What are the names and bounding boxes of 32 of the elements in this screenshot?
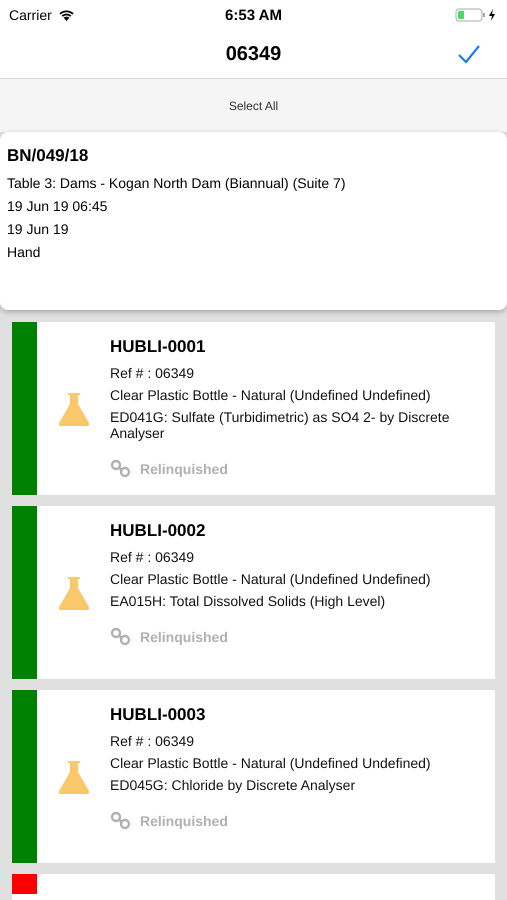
sample-card[interactable]: HUBLI-0002 Ref # : 06349 Clear Plastic Bottle - Natural (Undefined Undefined) EA015H: Total Dissolved Solids (High Level) Relinquished	[12, 506, 495, 679]
batch-detail: Hand	[7, 244, 40, 260]
chain-link-icon	[110, 811, 132, 831]
batch-detail: 19 Jun 19 06:45	[7, 198, 108, 214]
checkmark-icon[interactable]	[457, 44, 481, 64]
test-method: ED045G: Chloride by Discrete Analyser	[110, 777, 356, 793]
batch-number: BN/049/18	[7, 146, 88, 166]
sample-id: HUBLI-0002	[110, 521, 206, 541]
relinquished-status: Relinquished	[140, 461, 228, 477]
chain-link-icon	[110, 459, 132, 479]
select-all-button[interactable]: Select All	[222, 94, 284, 116]
container-type: Clear Plastic Bottle - Natural (Undefined Undefined)	[110, 387, 431, 403]
test-method: EA015H: Total Dissolved Solids (High Level)	[110, 593, 386, 609]
relinquished-status: Relinquished	[140, 629, 228, 645]
relinquished-status: Relinquished	[140, 813, 228, 829]
batch-detail: Table 3: Dams - Kogan North Dam (Biannual) (Suite 7)	[7, 175, 346, 191]
batch-detail: 19 Jun 19	[7, 221, 68, 237]
sample-card[interactable]: HUBLI-0003 Ref # : 06349 Clear Plastic Bottle - Natural (Undefined Undefined) ED045G: Chloride by Discrete Analyser Relinquished	[12, 690, 495, 863]
reference-number: Ref # : 06349	[110, 733, 194, 749]
nav-title: 06349	[226, 42, 282, 66]
reference-number: Ref # : 06349	[110, 365, 194, 381]
wifi-icon	[58, 9, 75, 21]
sample-card[interactable]: HUBLI-0001 Ref # : 06349 Clear Plastic Bottle - Natural (Undefined Undefined) ED041G: Sulfate (Turbidimetric) as SO4 2- by Discrete Analyser Relinquished	[12, 322, 495, 495]
test-method: ED041G: Sulfate (Turbidimetric) as SO4 2- by Discrete Analyser	[110, 409, 450, 441]
container-type: Clear Plastic Bottle - Natural (Undefined Undefined)	[110, 571, 431, 587]
clock-time: 6:53 AM	[225, 6, 282, 24]
sample-id: HUBLI-0003	[110, 705, 206, 725]
container-type: Clear Plastic Bottle - Natural (Undefined Undefined)	[110, 755, 431, 771]
reference-number: Ref # : 06349	[110, 549, 194, 565]
chain-link-icon	[110, 627, 132, 647]
carrier-name: Carrier	[9, 7, 52, 23]
sample-id: HUBLI-0001	[110, 337, 206, 357]
